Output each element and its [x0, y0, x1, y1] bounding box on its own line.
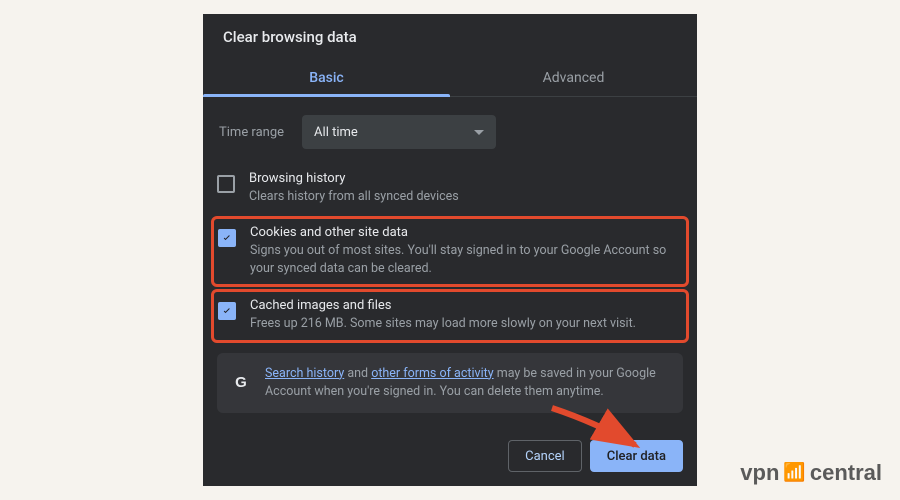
tab-advanced[interactable]: Advanced [450, 58, 697, 96]
option-text: Cached images and files Frees up 216 MB.… [250, 298, 682, 333]
dialog-footer: Cancel Clear data [203, 428, 697, 486]
cancel-button[interactable]: Cancel [508, 440, 582, 472]
time-range-value: All time [314, 125, 358, 140]
option-desc: Clears history from all synced devices [249, 188, 683, 206]
time-range-select[interactable]: All time [302, 115, 496, 149]
tab-basic[interactable]: Basic [203, 58, 450, 96]
checkbox-browsing-history[interactable] [217, 175, 235, 193]
option-label: Cached images and files [250, 298, 682, 313]
option-label: Cookies and other site data [250, 225, 682, 240]
tabs: Basic Advanced [203, 58, 697, 97]
link-other-activity[interactable]: other forms of activity [371, 366, 493, 381]
chevron-down-icon [474, 130, 484, 135]
option-desc: Signs you out of most sites. You'll stay… [250, 242, 682, 278]
checkbox-cached[interactable] [218, 302, 236, 320]
checkbox-cookies[interactable] [218, 229, 236, 247]
option-cookies[interactable]: Cookies and other site data Signs you ou… [211, 216, 689, 287]
dialog-body: Time range All time Browsing history Cle… [203, 97, 697, 428]
time-range-row: Time range All time [211, 109, 689, 163]
watermark: vpn 📶 central [740, 460, 882, 486]
info-text: Search history and other forms of activi… [265, 365, 669, 401]
time-range-label: Time range [219, 125, 284, 140]
option-browsing-history[interactable]: Browsing history Clears history from all… [211, 163, 689, 214]
option-desc: Frees up 216 MB. Some sites may load mor… [250, 315, 682, 333]
wifi-icon: 📶 [783, 462, 805, 483]
google-icon: G [231, 373, 251, 393]
watermark-post: central [810, 460, 882, 486]
link-search-history[interactable]: Search history [265, 366, 344, 381]
watermark-pre: vpn [740, 460, 779, 486]
option-cached[interactable]: Cached images and files Frees up 216 MB.… [211, 289, 689, 342]
dialog-title: Clear browsing data [203, 14, 697, 58]
info-box: G Search history and other forms of acti… [217, 353, 683, 413]
clear-data-button[interactable]: Clear data [590, 440, 683, 472]
clear-browsing-data-dialog: Clear browsing data Basic Advanced Time … [203, 14, 697, 486]
option-text: Cookies and other site data Signs you ou… [250, 225, 682, 278]
option-label: Browsing history [249, 171, 683, 186]
option-text: Browsing history Clears history from all… [249, 171, 683, 206]
